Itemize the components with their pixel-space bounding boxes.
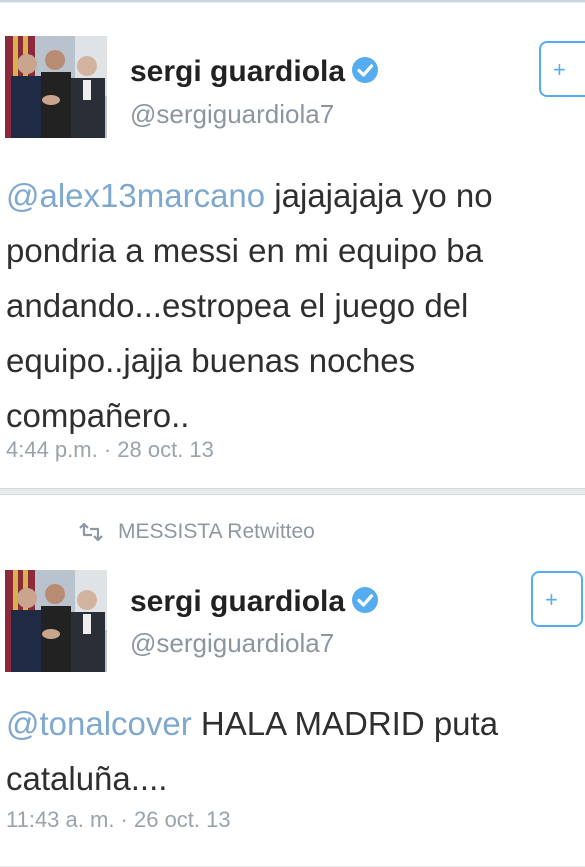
display-name-text[interactable]: sergi guardiola — [130, 585, 345, 618]
verified-icon — [351, 586, 379, 622]
display-name[interactable]: sergi guardiola — [130, 55, 379, 92]
tweet-text: @tonalcover HALA MADRID puta cataluña...… — [6, 696, 575, 806]
display-name[interactable]: sergi guardiola — [130, 585, 379, 622]
mention-link[interactable]: @tonalcover — [6, 705, 192, 742]
retweet-context: MESSISTA Retwitteo — [78, 520, 315, 547]
follow-button[interactable]: + — [531, 571, 583, 627]
tweet-text: @alex13marcano jajajajaja yo no pondria … — [6, 168, 575, 443]
tweet-card[interactable]: MESSISTA Retwitteo sergi guardiola @serg… — [0, 494, 585, 866]
display-name-text[interactable]: sergi guardiola — [130, 55, 345, 88]
top-divider — [0, 0, 585, 2]
avatar[interactable] — [5, 36, 107, 138]
tweet-timestamp[interactable]: 11:43 a. m. · 26 oct. 13 — [6, 807, 231, 833]
user-handle[interactable]: @sergiguardiola7 — [130, 99, 334, 130]
mention-link[interactable]: @alex13marcano — [6, 177, 265, 214]
user-handle[interactable]: @sergiguardiola7 — [130, 628, 334, 659]
retweet-icon — [78, 522, 104, 547]
verified-icon — [351, 56, 379, 92]
retweet-label: MESSISTA Retwitteo — [118, 520, 315, 543]
tweet-timestamp[interactable]: 4:44 p.m. · 28 oct. 13 — [6, 437, 214, 463]
tweet-body: jajajajaja yo no pondria a messi en mi e… — [6, 177, 493, 434]
tweet-card[interactable]: sergi guardiola @sergiguardiola7 + @alex… — [0, 3, 585, 489]
avatar[interactable] — [5, 570, 107, 672]
follow-button[interactable]: + — [539, 41, 585, 97]
